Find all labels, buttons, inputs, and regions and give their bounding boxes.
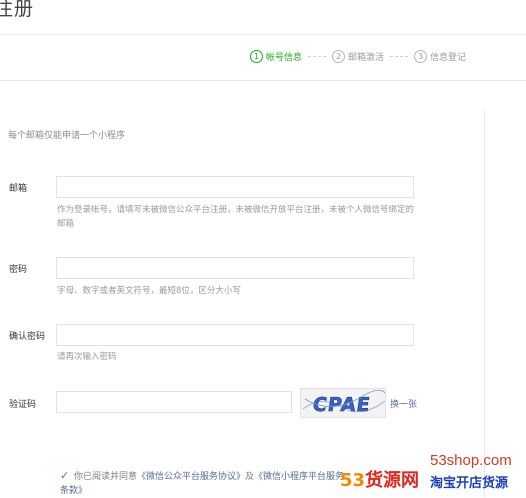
captcha-text: CPAE	[311, 393, 372, 416]
registration-steps: 1 帐号信息 2 邮箱激活 3 信息登记	[250, 46, 466, 66]
watermark-brand-number: 53	[340, 470, 366, 491]
confirm-password-input[interactable]	[56, 324, 414, 346]
checkmark-icon[interactable]: ✓	[60, 470, 70, 481]
password-label: 密码	[9, 265, 28, 275]
header-divider	[0, 34, 526, 35]
steps-divider	[0, 80, 526, 81]
password-hint: 字母、数字或者英文符号，最短8位，区分大小写	[57, 286, 241, 296]
agreement-prefix: 你已阅读并同意	[74, 472, 138, 482]
step-account-info: 1 帐号信息	[250, 49, 303, 63]
email-input[interactable]	[56, 176, 414, 198]
service-agreement-link[interactable]: 《微信公众平台服务协议》	[137, 472, 245, 482]
watermark-logo: 53货源网	[340, 466, 419, 492]
confirm-password-label: 确认密码	[9, 332, 46, 342]
right-divider	[484, 110, 485, 497]
step-number: 3	[414, 49, 428, 63]
email-label: 邮箱	[9, 184, 28, 194]
step-email-activation: 2 邮箱激活	[332, 49, 385, 63]
step-info-registration: 3 信息登记	[414, 49, 467, 63]
password-input[interactable]	[56, 257, 414, 279]
step-number: 2	[332, 49, 346, 63]
step-label: 信息登记	[430, 52, 467, 63]
captcha-graphic: CPAE	[302, 389, 385, 416]
confirm-password-hint: 请再次输入密码	[57, 352, 117, 362]
step-connector	[308, 55, 327, 57]
captcha-label: 验证码	[9, 400, 37, 410]
captcha-image[interactable]: CPAE	[300, 388, 386, 418]
email-hint: 作为登录帐号，请填写未被微信公众平台注册，未被微信开放平台注册，未被个人微信号绑…	[57, 205, 415, 229]
captcha-refresh-link[interactable]: 换一张	[390, 397, 417, 410]
step-label: 帐号信息	[266, 52, 303, 63]
step-number: 1	[250, 49, 263, 63]
agreement-and: 及	[245, 472, 255, 482]
page-title: 注册	[0, 0, 35, 20]
watermark-url: 53shop.com	[430, 452, 512, 469]
step-label: 邮箱激活	[348, 52, 385, 63]
agreement-row: ✓ 你已阅读并同意《微信公众平台服务协议》及《微信小程序平台服务条款》	[60, 470, 350, 498]
watermark-tagline: 淘宝开店货源	[430, 476, 509, 491]
captcha-input[interactable]	[56, 391, 292, 413]
intro-text: 每个邮箱仅能申请一个小程序	[8, 131, 126, 141]
watermark-brand-text: 货源网	[365, 470, 420, 491]
step-connector	[390, 55, 409, 57]
